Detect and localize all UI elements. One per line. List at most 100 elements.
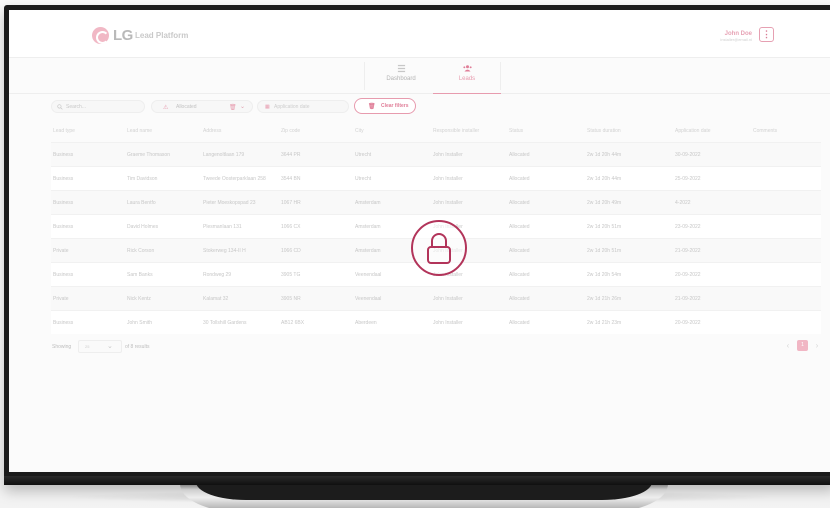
results-count: of 8 results	[125, 344, 150, 350]
clear-status-icon[interactable]: 🗑	[229, 104, 237, 111]
table-footer: Showing 25 ⌄ of 8 results ‹ 1 ›	[52, 340, 822, 356]
prev-page-button[interactable]: ‹	[783, 341, 793, 350]
table-cell: Utrecht	[355, 151, 372, 158]
user-menu-button[interactable]: ⋮	[759, 27, 774, 42]
table-cell: 2w 1d 20h 51m	[587, 223, 622, 230]
table-row[interactable]: Private Nick Kentz Kalamat 32 3905 NR Veenen…	[51, 286, 821, 310]
table-cell: Plesmanlaan 131	[203, 223, 242, 230]
list-icon	[397, 64, 405, 73]
application-date-input[interactable]: ▦ Application date	[257, 100, 349, 113]
table-cell: 4-2022	[675, 199, 691, 206]
table-cell: Langenoltlaan 179	[203, 151, 245, 158]
status-filter-value: Allocated	[176, 104, 197, 110]
table-cell: Private	[53, 247, 69, 254]
column-header[interactable]: Status	[509, 128, 587, 134]
per-page-value: 25	[85, 344, 90, 349]
column-header[interactable]: Application date	[675, 128, 753, 134]
nav-tabs: Dashboard Leads	[9, 58, 830, 94]
status-filter-select[interactable]: ⚠ Allocated 🗑 ⌄	[151, 100, 253, 113]
table-cell: Amsterdam	[355, 199, 381, 206]
search-input[interactable]: Search...	[51, 100, 145, 113]
column-header[interactable]: Lead type	[51, 128, 127, 134]
page-1-button[interactable]: 1	[797, 340, 808, 351]
pagination: ‹ 1 ›	[783, 340, 822, 351]
table-cell: Tweede Oosterparklaan 258	[203, 175, 266, 182]
lg-logo[interactable]: LG	[92, 27, 133, 44]
table-cell: John Installer	[433, 295, 463, 302]
table-cell: 2w 1d 20h 54m	[587, 271, 622, 278]
more-vertical-icon: ⋮	[762, 29, 771, 39]
tv-bottom-edge	[4, 476, 830, 485]
table-cell: Business	[53, 175, 74, 182]
column-header[interactable]: Lead name	[127, 128, 203, 134]
column-header[interactable]: Responsible installer	[433, 128, 509, 134]
table-cell: 2w 1d 20h 44m	[587, 175, 622, 182]
table-cell: Stokerweg 134-II H	[203, 247, 246, 254]
table-cell: 30-09-2022	[675, 151, 701, 158]
calendar-icon: ▦	[265, 104, 270, 110]
clear-filters-button[interactable]: 🗑 Clear filters	[354, 98, 416, 114]
column-header[interactable]: Zip code	[281, 128, 355, 134]
table-cell: Allocated	[509, 199, 530, 206]
next-page-button[interactable]: ›	[812, 341, 822, 350]
table-cell: 3644 PR	[281, 151, 301, 158]
tab-leads[interactable]: Leads	[433, 58, 501, 94]
tab-dashboard[interactable]: Dashboard	[367, 58, 435, 94]
tab-leads-label: Leads	[458, 76, 476, 82]
warning-icon: ⚠	[163, 105, 169, 111]
users-icon	[462, 65, 472, 72]
lg-logo-icon	[92, 27, 109, 44]
table-cell: Allocated	[509, 295, 530, 302]
table-cell: AB12 6BX	[281, 319, 305, 326]
chevron-down-icon[interactable]: ⌄	[240, 103, 245, 110]
table-cell: 1067 HR	[281, 199, 301, 206]
app-name: Lead Platform	[135, 31, 189, 40]
chevron-down-icon: ⌄	[107, 343, 113, 350]
product-mockup-scene: LG Lead Platform John Doe installer@emai…	[0, 0, 830, 508]
table-cell: Nick Kentz	[127, 295, 151, 302]
table-cell: 2w 1d 20h 49m	[587, 199, 622, 206]
logo-text: LG	[113, 27, 133, 44]
table-cell: 30 Tollshill Gardens	[203, 319, 247, 326]
table-cell: Kalamat 32	[203, 295, 229, 302]
per-page-select[interactable]: 25 ⌄	[78, 340, 122, 353]
table-cell: Rondweg 29	[203, 271, 232, 278]
tv-screen: LG Lead Platform John Doe installer@emai…	[9, 10, 830, 472]
table-cell: 2w 1d 21h 23m	[587, 319, 622, 326]
search-placeholder: Search...	[66, 104, 87, 110]
column-header[interactable]: Status duration	[587, 128, 675, 134]
table-cell: Graeme Thomason	[127, 151, 170, 158]
table-cell: 3544 BN	[281, 175, 301, 182]
table-cell: John Smith	[127, 319, 153, 326]
search-icon	[57, 104, 63, 110]
table-cell: Business	[53, 223, 74, 230]
table-cell: Business	[53, 319, 74, 326]
column-header[interactable]: Comments	[753, 128, 821, 134]
table-row[interactable]: Business Graeme Thomason Langenoltlaan 179…	[51, 142, 821, 166]
lock-icon	[427, 233, 451, 264]
table-cell: Rick Corson	[127, 247, 155, 254]
tab-divider	[500, 62, 501, 90]
table-cell: Business	[53, 271, 74, 278]
table-cell: Utrecht	[355, 175, 372, 182]
table-cell: 3905 NR	[281, 295, 301, 302]
tab-divider	[364, 62, 365, 90]
table-cell: 1066 CD	[281, 247, 301, 254]
table-cell: 2w 1d 20h 51m	[587, 247, 622, 254]
column-header[interactable]: Address	[203, 128, 281, 134]
table-cell: 25-09-2022	[675, 175, 701, 182]
table-cell: John Installer	[433, 175, 463, 182]
table-cell: Allocated	[509, 271, 530, 278]
table-cell: John Installer	[433, 151, 463, 158]
table-row[interactable]: Business John Smith 30 Tollshill Gardens AB…	[51, 310, 821, 334]
trash-icon: 🗑	[368, 104, 376, 110]
table-cell: 21-09-2022	[675, 247, 701, 254]
table-cell: Business	[53, 151, 74, 158]
table-cell: Business	[53, 199, 74, 206]
column-header[interactable]: City	[355, 128, 433, 134]
table-row[interactable]: Business Laura Bentfo Pieter Moeskopspad 2…	[51, 190, 821, 214]
table-cell: David Holmes	[127, 223, 159, 230]
table-cell: 2w 1d 20h 44m	[587, 151, 622, 158]
table-cell: Allocated	[509, 175, 530, 182]
table-row[interactable]: Business Tim Davidson Tweede Oosterparklaa…	[51, 166, 821, 190]
